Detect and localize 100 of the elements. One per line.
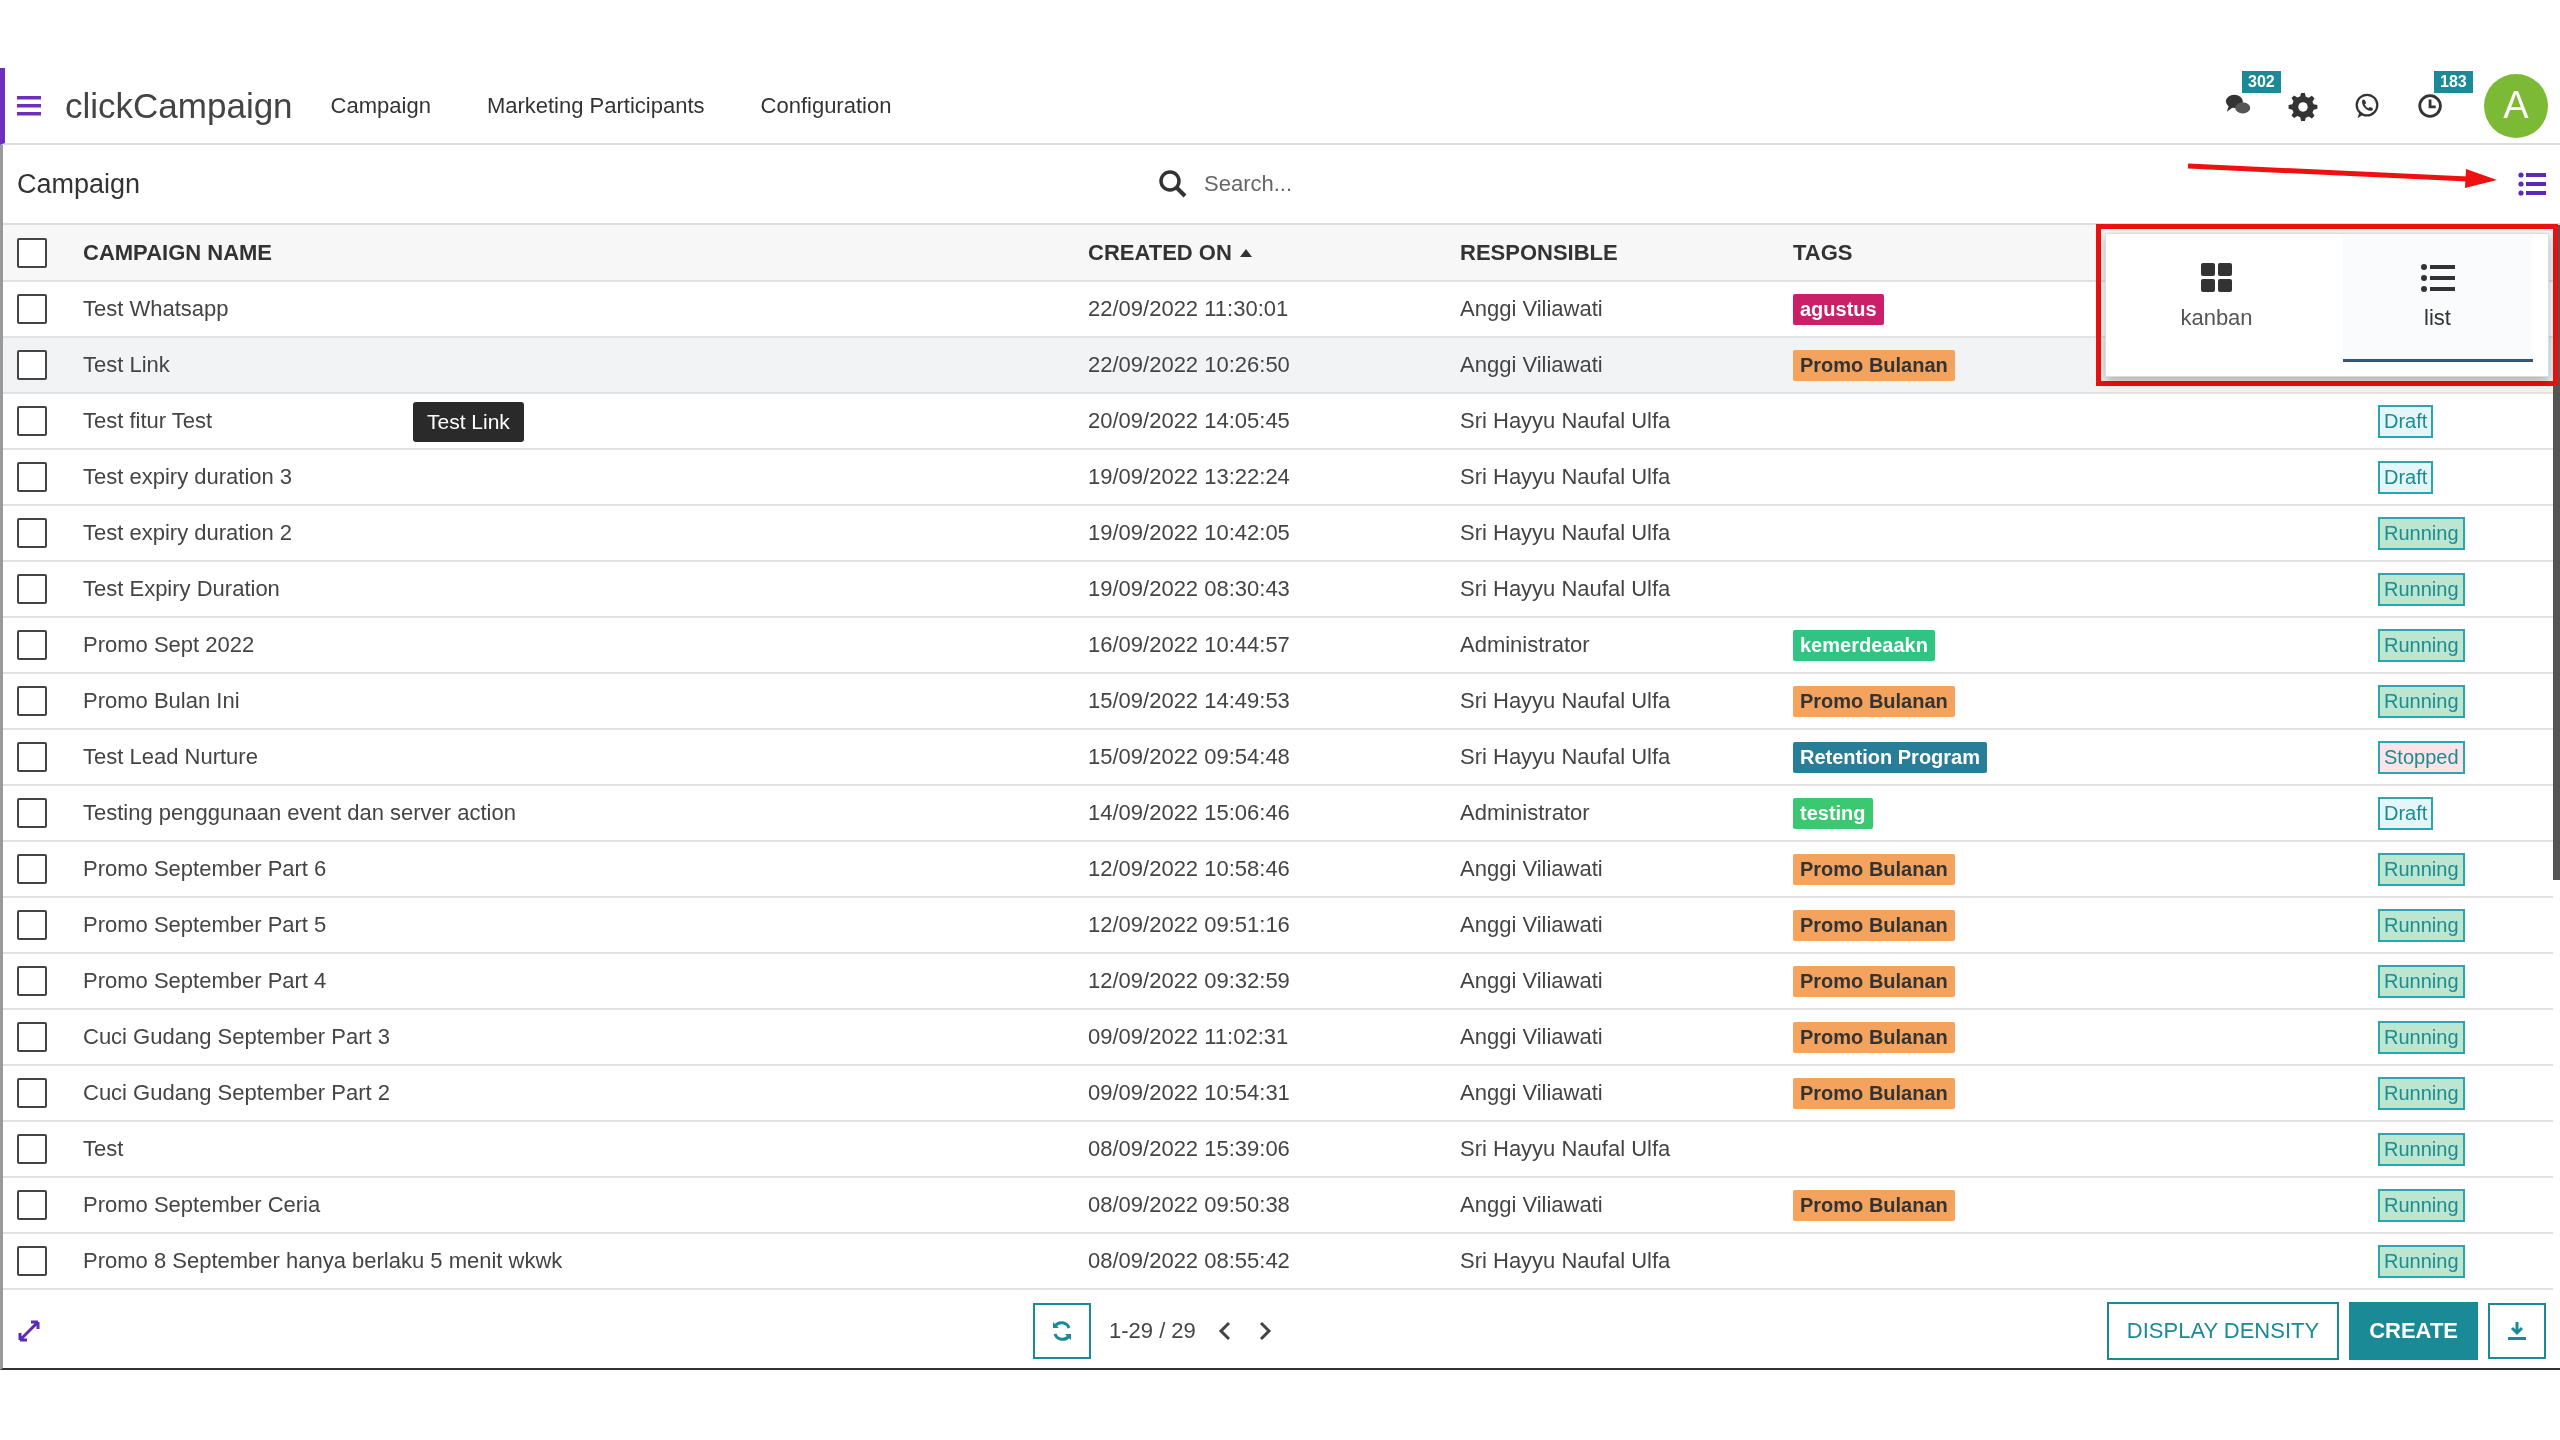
download-button[interactable] — [2488, 1302, 2546, 1359]
row-checkbox[interactable] — [17, 1246, 47, 1276]
table-row[interactable]: Cuci Gudang September Part 2 09/09/2022 10:54:31 Anggi Viliawati Promo Bulanan Running — [3, 1066, 2553, 1122]
table-row[interactable]: Promo September Part 4 12/09/2022 09:32:59 Anggi Viliawati Promo Bulanan Running — [3, 954, 2553, 1010]
row-checkbox[interactable] — [17, 1078, 47, 1108]
row-checkbox[interactable] — [17, 1022, 47, 1052]
tag-badge: Promo Bulanan — [1793, 685, 1955, 717]
row-checkbox[interactable] — [17, 966, 47, 996]
column-header[interactable]: CREATED ON — [1088, 239, 1252, 266]
table-cell-text: 20/09/2022 14:05:45 — [1088, 408, 1291, 434]
row-checkbox[interactable] — [17, 406, 47, 436]
table-cell-text: Anggi Viliawati — [1460, 1080, 1604, 1106]
table-cell-text: Sri Hayyu Naufal Ulfa — [1460, 464, 1672, 490]
column-header[interactable]: RESPONSIBLE — [1460, 239, 1618, 266]
row-checkbox[interactable] — [17, 574, 47, 604]
row-checkbox[interactable] — [17, 910, 47, 940]
tag-badge: agustus — [1793, 293, 1884, 325]
table-cell-text: 09/09/2022 11:02:31 — [1088, 1024, 1290, 1050]
row-checkbox[interactable] — [17, 798, 47, 828]
table-row[interactable]: Test expiry duration 3 19/09/2022 13:22:24 Sri Hayyu Naufal Ulfa Draft — [3, 450, 2553, 506]
status-badge: Running — [2378, 572, 2465, 606]
row-checkbox[interactable] — [17, 1134, 47, 1164]
tag-badge: Promo Bulanan — [1793, 965, 1955, 997]
sort-caret-icon — [1239, 248, 1252, 257]
table-cell-text: Administrator — [1460, 800, 1591, 826]
display-density-button[interactable]: DISPLAY DENSITY — [2106, 1301, 2340, 1360]
menu-item[interactable]: Configuration — [760, 92, 892, 119]
table-row[interactable]: Test expiry duration 2 19/09/2022 10:42:05 Sri Hayyu Naufal Ulfa Running — [3, 506, 2553, 562]
table-cell-text: Anggi Viliawati — [1460, 352, 1604, 378]
table-cell-text: 12/09/2022 10:58:46 — [1088, 856, 1291, 882]
table-cell: Promo Bulan Ini — [83, 688, 240, 713]
table-cell: Promo September Part 4 — [83, 968, 327, 993]
table-row[interactable]: Promo September Part 5 12/09/2022 09:51:16 Anggi Viliawati Promo Bulanan Running — [3, 898, 2553, 954]
table-cell-text: Sri Hayyu Naufal Ulfa — [1460, 408, 1672, 434]
table-row[interactable]: Cuci Gudang September Part 3 09/09/2022 11:02:31 Anggi Viliawati Promo Bulanan Running — [3, 1010, 2553, 1066]
table-row[interactable]: Promo Bulan Ini 15/09/2022 14:49:53 Sri Hayyu Naufal Ulfa Promo Bulanan Running — [3, 674, 2553, 730]
row-checkbox[interactable] — [17, 462, 47, 492]
table-row[interactable]: Testing penggunaan event dan server action 14/09/2022 15:06:46 Administrator testing Draft — [3, 786, 2553, 842]
table-cell-text: Anggi Viliawati — [1460, 968, 1604, 994]
table-cell-text: Sri Hayyu Naufal Ulfa — [1460, 744, 1672, 770]
table-cell: Test expiry duration 2 — [83, 520, 293, 545]
table-row[interactable]: Test Expiry Duration 19/09/2022 08:30:43 Sri Hayyu Naufal Ulfa Running — [3, 562, 2553, 618]
table-cell-text: 08/09/2022 15:39:06 — [1088, 1136, 1291, 1162]
table-cell-text: Anggi Viliawati — [1460, 1024, 1604, 1050]
menu-item[interactable]: Marketing Participants — [486, 92, 705, 119]
row-checkbox[interactable] — [17, 854, 47, 884]
select-all-checkbox[interactable] — [17, 237, 47, 268]
app-title: clickCampaign — [65, 85, 293, 126]
table-row[interactable]: Promo Sept 2022 16/09/2022 10:44:57 Administrator kemerdeaakn Running — [3, 618, 2553, 674]
table-cell: Promo 8 September hanya berlaku 5 menit wkwk — [83, 1248, 563, 1273]
table-cell-text: Administrator — [1460, 632, 1591, 658]
tag-badge: testing — [1793, 797, 1873, 829]
menu-icon[interactable] — [17, 94, 41, 117]
create-button[interactable]: CREATE — [2349, 1301, 2478, 1360]
table-cell: Promo Sept 2022 — [83, 632, 255, 657]
table-row[interactable]: Test 08/09/2022 15:39:06 Sri Hayyu Naufal Ulfa Running — [3, 1122, 2553, 1178]
refresh-icon — [1050, 1318, 1074, 1343]
chevron-left-icon — [1217, 1320, 1232, 1341]
pager-text: 1-29 / 29 — [1109, 1317, 1196, 1344]
row-checkbox[interactable] — [17, 630, 47, 660]
table-row[interactable]: Promo September Ceria 08/09/2022 09:50:38 Anggi Viliawati Promo Bulanan Running — [3, 1178, 2553, 1234]
table-cell-text: 09/09/2022 10:54:31 — [1088, 1080, 1291, 1106]
count-badge: 183 — [2434, 70, 2473, 93]
table-cell: Cuci Gudang September Part 3 — [83, 1024, 390, 1049]
table-cell: Test Link — [83, 352, 170, 377]
table-cell: Test — [83, 1136, 124, 1161]
list-view-icon[interactable] — [2518, 172, 2546, 196]
refresh-button[interactable] — [1033, 1302, 1091, 1359]
table-cell: Test Whatsapp — [83, 296, 229, 321]
status-badge: Running — [2378, 1076, 2465, 1110]
status-badge: Running — [2378, 684, 2465, 718]
list-icon — [2420, 262, 2455, 293]
view-option[interactable]: list — [2342, 234, 2533, 362]
table-row[interactable]: Test Lead Nurture 15/09/2022 09:54:48 Sri Hayyu Naufal Ulfa Retention Program Stopped — [3, 730, 2553, 786]
table-row[interactable]: Promo September Part 6 12/09/2022 10:58:46 Anggi Viliawati Promo Bulanan Running — [3, 842, 2553, 898]
table-row[interactable]: Promo 8 September hanya berlaku 5 menit wkwk 08/09/2022 08:55:42 Sri Hayyu Naufal Ulfa Running — [3, 1234, 2553, 1290]
row-checkbox[interactable] — [17, 742, 47, 772]
table-cell-text: Anggi Viliawati — [1460, 912, 1604, 938]
tag-badge: Retention Program — [1793, 741, 1988, 773]
column-header[interactable]: CAMPAIGN NAME — [83, 239, 273, 266]
menu-item[interactable]: Campaign — [330, 92, 431, 119]
row-checkbox[interactable] — [17, 686, 47, 716]
row-checkbox[interactable] — [17, 350, 47, 380]
row-checkbox[interactable] — [17, 518, 47, 548]
table-row[interactable]: Test fitur Test Test Link 20/09/2022 14:05:45 Sri Hayyu Naufal Ulfa Draft — [3, 394, 2553, 450]
table-cell: Cuci Gudang September Part 2 — [83, 1080, 390, 1105]
table-cell-text: 12/09/2022 09:32:59 — [1088, 968, 1291, 994]
table-cell: Test fitur Test — [83, 408, 213, 433]
chevron-right-icon — [1257, 1320, 1272, 1341]
tag-badge: Promo Bulanan — [1793, 1077, 1955, 1109]
table-cell-text: Sri Hayyu Naufal Ulfa — [1460, 1248, 1672, 1274]
count-badge: 302 — [2242, 70, 2281, 93]
table-cell-text: 19/09/2022 10:42:05 — [1088, 520, 1291, 546]
row-checkbox[interactable] — [17, 1190, 47, 1220]
table-cell-text: 16/09/2022 10:44:57 — [1088, 632, 1291, 658]
expand-icon[interactable] — [17, 1318, 41, 1343]
column-header[interactable]: TAGS — [1793, 239, 1853, 266]
table-cell-text: 12/09/2022 09:51:16 — [1088, 912, 1291, 938]
settings-icon[interactable] — [2288, 90, 2318, 121]
row-checkbox[interactable] — [17, 294, 47, 324]
